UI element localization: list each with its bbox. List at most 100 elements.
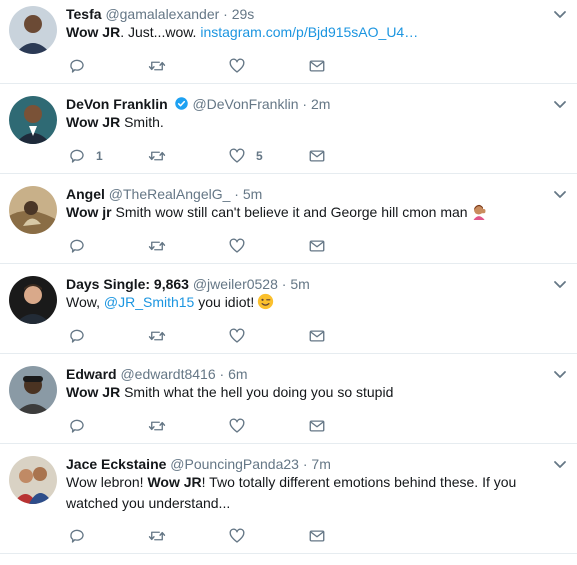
tweet[interactable]: Angel @TheRealAngelG_ · 5m Wow jr Smith … [0, 174, 577, 264]
user-handle[interactable]: @TheRealAngelG_ [109, 186, 231, 202]
reply-icon [70, 239, 84, 253]
separator: · [234, 186, 239, 202]
retweet-button[interactable] [148, 526, 166, 546]
user-handle[interactable]: @PouncingPanda23 [170, 456, 299, 472]
retweet-button[interactable] [148, 326, 166, 346]
like-icon [229, 328, 245, 343]
retweet-icon [148, 151, 166, 161]
tweet[interactable]: Days Single: 9,863 @jweiler0528 · 5m Wow… [0, 264, 577, 354]
user-handle[interactable]: @DeVonFranklin [192, 96, 298, 112]
timestamp[interactable]: 5m [243, 186, 262, 202]
avatar[interactable] [9, 366, 57, 414]
message-icon [309, 530, 325, 542]
tweet[interactable]: Edward @edwardt8416 · 6m Wow JR Smith wh… [0, 354, 577, 444]
retweet-icon [148, 331, 166, 341]
separator: · [302, 96, 308, 112]
reply-button[interactable]: 1 [68, 146, 103, 166]
retweet-button[interactable] [148, 56, 166, 76]
reply-button[interactable] [68, 236, 86, 256]
display-name[interactable]: Jace Eckstaine [66, 456, 166, 472]
like-button[interactable]: 5 [228, 146, 263, 166]
tweet-header: Days Single: 9,863 @jweiler0528 · 5m [66, 275, 310, 293]
chevron-down-icon[interactable] [552, 456, 568, 472]
message-icon [309, 240, 325, 252]
avatar[interactable] [9, 456, 57, 504]
like-icon [229, 148, 245, 163]
retweet-button[interactable] [148, 146, 166, 166]
direct-message-button[interactable] [308, 526, 326, 546]
avatar[interactable] [9, 276, 57, 324]
chevron-down-icon[interactable] [552, 186, 568, 202]
message-icon [309, 60, 325, 72]
timestamp[interactable]: 6m [228, 366, 247, 382]
direct-message-button[interactable] [308, 326, 326, 346]
direct-message-button[interactable] [308, 56, 326, 76]
tweet-text: Wow JR Smith. [66, 112, 547, 133]
user-handle[interactable]: @jweiler0528 [193, 276, 278, 292]
avatar[interactable] [9, 96, 57, 144]
like-button[interactable] [228, 416, 246, 436]
retweet-button[interactable] [148, 416, 166, 436]
tweet-header: Jace Eckstaine @PouncingPanda23 · 7m [66, 455, 331, 473]
tweet-text-part: Smith wow still can't believe it and Geo… [111, 204, 468, 220]
retweet-button[interactable] [148, 236, 166, 256]
facepalm-emoji [473, 204, 486, 220]
like-button[interactable] [228, 526, 246, 546]
like-button[interactable] [228, 236, 246, 256]
tweet-header: DeVon Franklin @DeVonFranklin · 2m [66, 95, 330, 113]
separator: · [281, 276, 287, 292]
message-icon [309, 150, 325, 162]
user-handle[interactable]: @gamalalexander [105, 6, 219, 22]
reply-icon [70, 329, 84, 343]
wink-emoji [258, 293, 274, 310]
message-icon [309, 420, 325, 432]
highlight-text: Wow JR [66, 114, 121, 130]
direct-message-button[interactable] [308, 236, 326, 256]
reply-icon [70, 59, 84, 73]
reply-count: 1 [96, 149, 103, 163]
direct-message-button[interactable] [308, 146, 326, 166]
like-button[interactable] [228, 56, 246, 76]
retweet-icon [148, 421, 166, 431]
like-icon [229, 58, 245, 73]
user-handle[interactable]: @edwardt8416 [120, 366, 215, 382]
tweet[interactable]: Tesfa @gamalalexander · 29s Wow JR. Just… [0, 0, 577, 84]
display-name[interactable]: Tesfa [66, 6, 102, 22]
display-name[interactable]: Days Single: 9,863 [66, 276, 189, 292]
highlight-text: Wow JR [66, 24, 121, 40]
display-name[interactable]: Edward [66, 366, 117, 382]
direct-message-button[interactable] [308, 416, 326, 436]
reply-icon [70, 149, 84, 163]
retweet-icon [148, 531, 166, 541]
chevron-down-icon[interactable] [552, 96, 568, 112]
tweet[interactable]: Jace Eckstaine @PouncingPanda23 · 7m Wow… [0, 444, 577, 554]
separator: · [302, 456, 308, 472]
tweet-link[interactable]: instagram.com/p/Bjd915sAO_U4… [200, 24, 418, 40]
tweet[interactable]: DeVon Franklin @DeVonFranklin · 2m Wow J… [0, 84, 577, 174]
reply-button[interactable] [68, 416, 86, 436]
tweet-text: Wow, @JR_Smith15 you idiot! [66, 292, 547, 313]
display-name[interactable]: DeVon Franklin [66, 96, 168, 112]
chevron-down-icon[interactable] [552, 366, 568, 382]
timestamp[interactable]: 7m [311, 456, 330, 472]
chevron-down-icon[interactable] [552, 6, 568, 22]
display-name[interactable]: Angel [66, 186, 105, 202]
tweet-text: Wow JR. Just...wow. instagram.com/p/Bjd9… [66, 22, 547, 43]
separator: · [223, 6, 228, 22]
timestamp[interactable]: 29s [232, 6, 255, 22]
reply-button[interactable] [68, 326, 86, 346]
chevron-down-icon[interactable] [552, 276, 568, 292]
verified-badge-icon [174, 97, 188, 110]
reply-icon [70, 529, 84, 543]
tweet-text: Wow lebron! Wow JR! Two totally differen… [66, 472, 547, 514]
timestamp[interactable]: 5m [290, 276, 309, 292]
timestamp[interactable]: 2m [311, 96, 330, 112]
reply-button[interactable] [68, 56, 86, 76]
like-button[interactable] [228, 326, 246, 346]
reply-button[interactable] [68, 526, 86, 546]
avatar[interactable] [9, 186, 57, 234]
retweet-icon [148, 61, 166, 71]
avatar[interactable] [9, 6, 57, 54]
reply-icon [70, 419, 84, 433]
mention-link[interactable]: @JR_Smith15 [104, 294, 194, 310]
